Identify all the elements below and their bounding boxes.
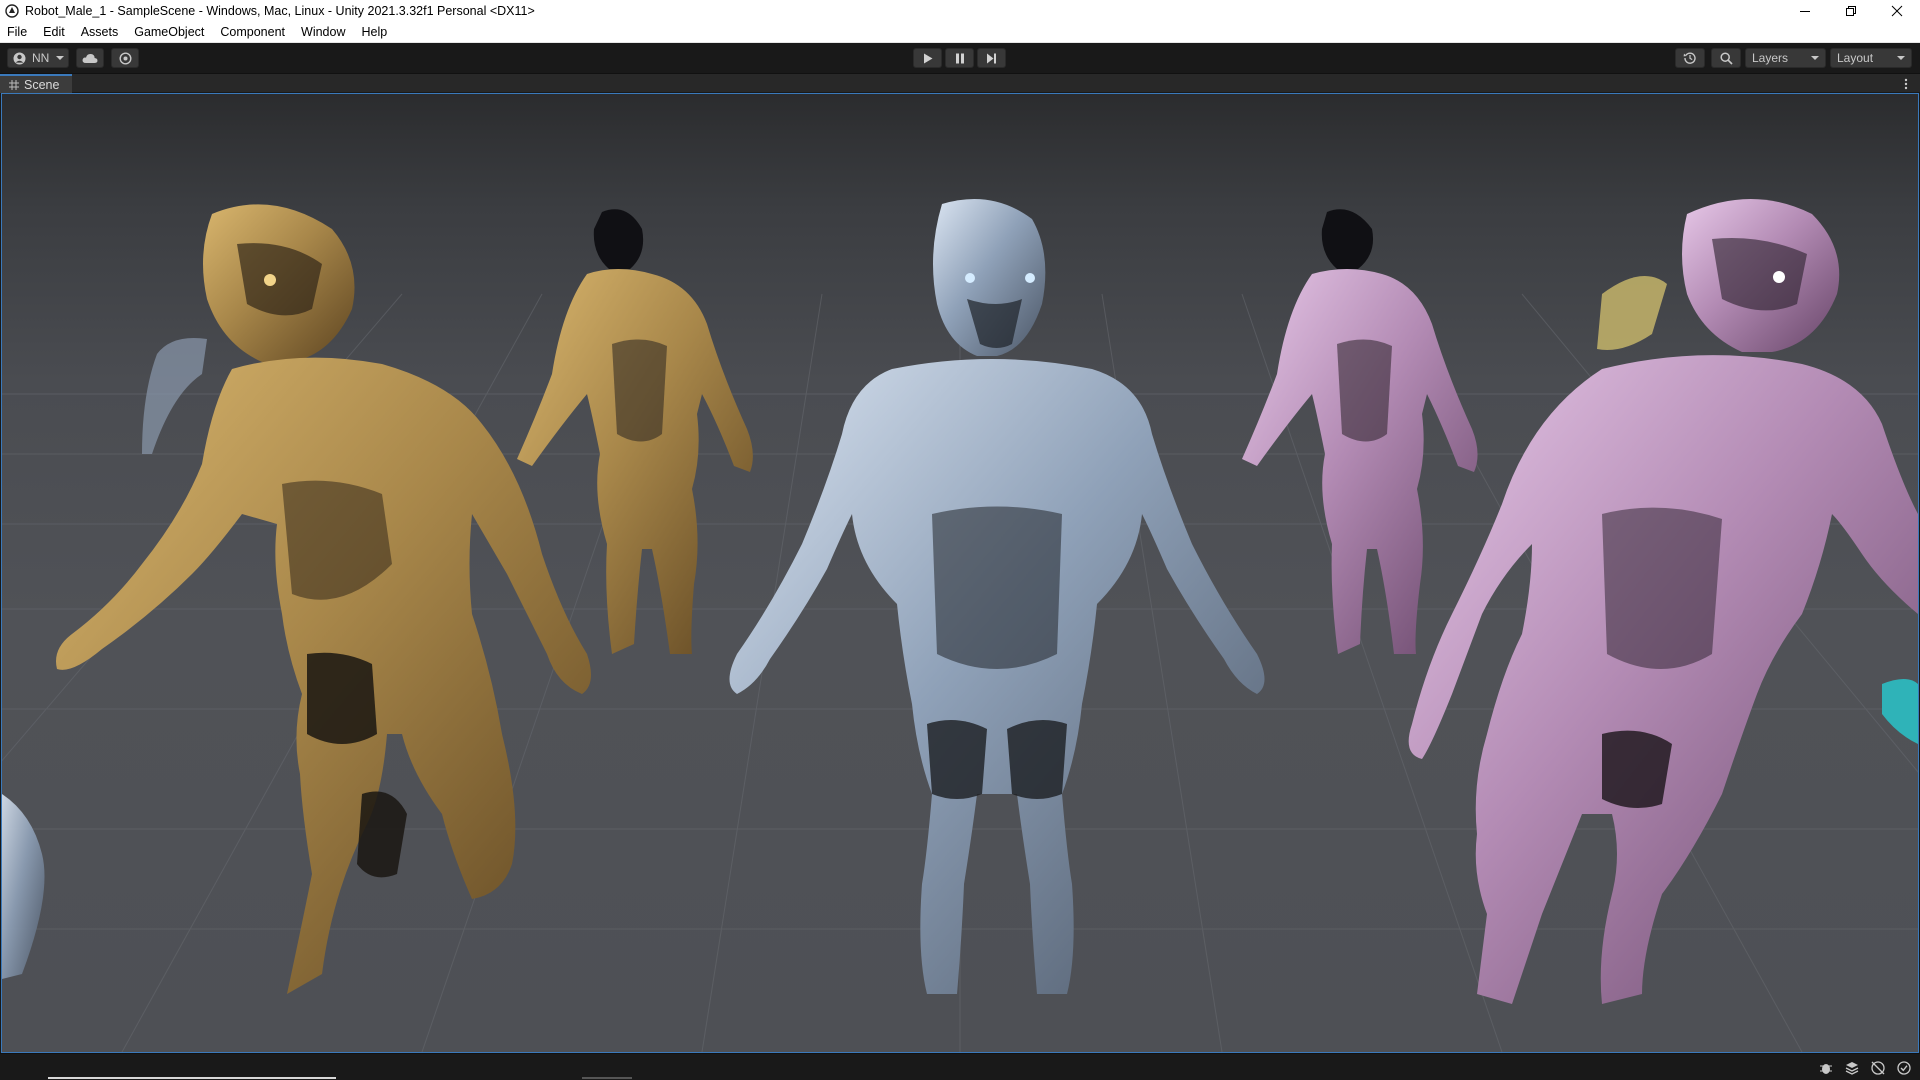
undo-history-button[interactable] bbox=[1675, 48, 1705, 68]
network-icon[interactable] bbox=[1870, 1060, 1886, 1076]
minimize-button[interactable] bbox=[1782, 0, 1828, 22]
more-options-icon[interactable] bbox=[1904, 78, 1908, 90]
cloud-icon bbox=[82, 53, 98, 63]
check-circle-icon[interactable] bbox=[1896, 1060, 1912, 1076]
pause-button[interactable] bbox=[945, 48, 974, 68]
minimize-icon bbox=[1800, 11, 1810, 12]
pause-icon bbox=[955, 53, 964, 63]
bug-icon[interactable] bbox=[1818, 1060, 1834, 1076]
account-dropdown[interactable]: NN bbox=[7, 48, 69, 68]
robot-gold-front bbox=[56, 204, 591, 995]
scene-render bbox=[2, 199, 1918, 1052]
scene-tab-label: Scene bbox=[24, 77, 60, 92]
scene-tab-bar: Scene bbox=[0, 74, 1920, 93]
collab-icon bbox=[118, 51, 132, 65]
robot-purple-front bbox=[1408, 199, 1918, 1005]
window-controls bbox=[1782, 0, 1920, 22]
close-icon bbox=[1891, 5, 1903, 17]
cloud-button[interactable] bbox=[76, 48, 104, 68]
play-icon bbox=[923, 53, 932, 63]
grid-icon bbox=[9, 79, 19, 90]
layout-dropdown[interactable]: Layout bbox=[1830, 48, 1912, 68]
search-icon bbox=[1719, 51, 1733, 65]
layers-dropdown[interactable]: Layers bbox=[1745, 48, 1826, 68]
menu-help[interactable]: Help bbox=[353, 22, 395, 42]
layers-status-icon[interactable] bbox=[1844, 1060, 1860, 1076]
account-icon bbox=[13, 52, 26, 64]
unity-logo-icon bbox=[5, 4, 19, 18]
title-bar: Robot_Male_1 - SampleScene - Windows, Ma… bbox=[0, 0, 1920, 22]
robot-partial-left bbox=[2, 794, 45, 979]
layout-label: Layout bbox=[1837, 51, 1874, 65]
menu-assets[interactable]: Assets bbox=[73, 22, 127, 42]
progress-underline bbox=[48, 1077, 336, 1079]
layers-label: Layers bbox=[1752, 51, 1789, 65]
restore-icon bbox=[1846, 6, 1856, 16]
menu-component[interactable]: Component bbox=[212, 22, 293, 42]
scene-viewport[interactable] bbox=[1, 93, 1919, 1053]
close-button[interactable] bbox=[1874, 0, 1920, 22]
status-bar bbox=[0, 1053, 1920, 1080]
chevron-down-icon bbox=[1811, 56, 1819, 60]
account-label: NN bbox=[32, 51, 50, 65]
search-button[interactable] bbox=[1711, 48, 1741, 68]
step-button[interactable] bbox=[977, 48, 1006, 68]
menu-gameobject[interactable]: GameObject bbox=[126, 22, 212, 42]
restore-button[interactable] bbox=[1828, 0, 1874, 22]
menu-bar: File Edit Assets GameObject Component Wi… bbox=[0, 22, 1920, 43]
menu-window[interactable]: Window bbox=[293, 22, 353, 42]
history-icon bbox=[1683, 52, 1696, 64]
tab-scene[interactable]: Scene bbox=[0, 74, 72, 93]
window-title: Robot_Male_1 - SampleScene - Windows, Ma… bbox=[25, 4, 535, 18]
robot-purple-back bbox=[1242, 209, 1478, 654]
resize-handle[interactable] bbox=[582, 1077, 632, 1079]
chevron-down-icon bbox=[1897, 56, 1905, 60]
play-button[interactable] bbox=[913, 48, 942, 68]
menu-file[interactable]: File bbox=[0, 22, 35, 42]
step-icon bbox=[987, 53, 996, 63]
robot-silver-center bbox=[729, 199, 1265, 994]
collab-button[interactable] bbox=[111, 48, 139, 68]
main-toolbar: NN Layers Layout bbox=[0, 43, 1920, 74]
menu-edit[interactable]: Edit bbox=[35, 22, 73, 42]
chevron-down-icon bbox=[56, 56, 65, 60]
